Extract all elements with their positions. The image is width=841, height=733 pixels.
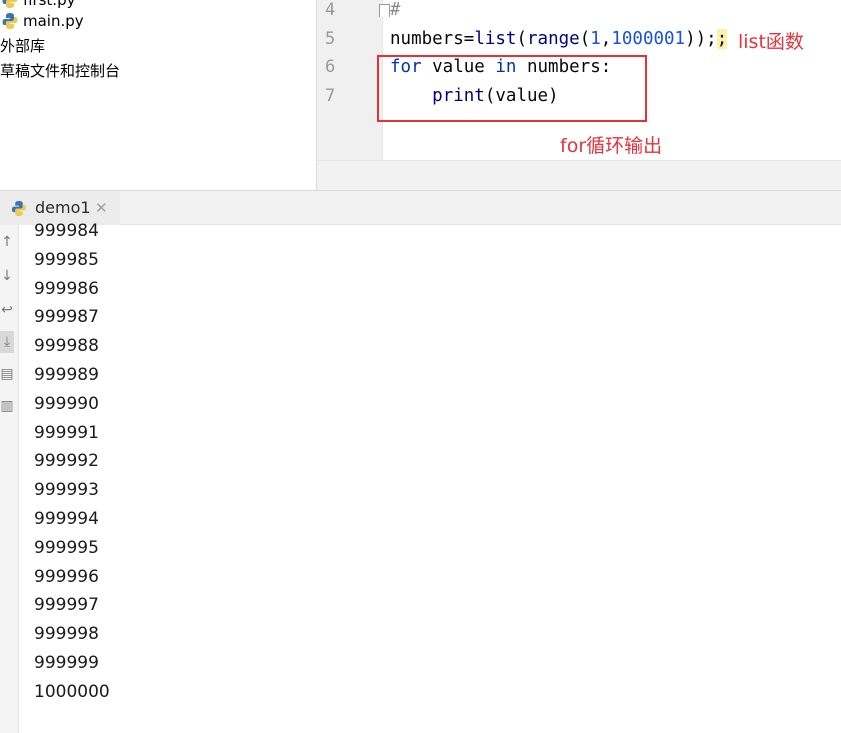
console-line: 999996 — [34, 566, 99, 587]
tree-item-label: 外部库 — [0, 37, 46, 55]
python-file-icon — [2, 13, 18, 29]
code-token: ( — [516, 29, 528, 49]
annotation-highlight-box — [377, 55, 647, 122]
annotation-for-loop: for循环输出 — [560, 135, 663, 157]
console-output[interactable]: 999984 999985 999986 999987 999988 99998… — [34, 217, 110, 707]
console-line: 999986 — [34, 278, 99, 299]
console-toolbar: ↑ ↓ ↩ ⤓ ▤ ▥ — [0, 225, 19, 733]
code-line-5[interactable]: numbers=list(range(1,1000001));; — [390, 29, 728, 49]
arrow-up-icon[interactable]: ↑ — [0, 231, 14, 253]
code-token: range — [527, 29, 580, 49]
console-line: 999989 — [34, 364, 99, 385]
console-line: 999987 — [34, 307, 99, 328]
console-line: 1000000 — [34, 681, 110, 702]
console-line: 999995 — [34, 537, 99, 558]
code-token: )); — [685, 29, 717, 49]
code-token: numbers — [390, 29, 464, 49]
code-token: ( — [579, 29, 591, 49]
line-number: 7 — [325, 86, 336, 106]
project-tree-panel: first.py main.py 外部库 草稿文件和控制台 — [0, 0, 316, 190]
code-line-4[interactable]: # — [390, 0, 401, 20]
console-line: 999984 — [34, 221, 99, 241]
line-number: 4 — [325, 0, 336, 20]
run-tab-bar: demo1 ✕ — [0, 190, 841, 225]
console-line: 999994 — [34, 508, 99, 529]
line-number: 6 — [325, 57, 336, 77]
tree-item-label: main.py — [23, 12, 84, 30]
python-file-icon — [2, 0, 18, 8]
annotation-list-function: list函数 — [738, 31, 804, 53]
comment-text: # — [390, 0, 401, 20]
close-icon[interactable]: ✕ — [95, 199, 108, 217]
code-token: , — [600, 29, 612, 49]
line-number-gutter: 4 5 6 7 — [317, 0, 383, 160]
tree-item-label: 草稿文件和控制台 — [0, 62, 121, 80]
console-line: 999998 — [34, 624, 99, 645]
code-token: = — [463, 29, 475, 49]
code-token: 1000001 — [611, 29, 686, 49]
editor-footer-bar — [317, 160, 841, 190]
print-icon[interactable]: ▤ — [0, 363, 14, 385]
run-tab-label: demo1 — [35, 198, 91, 217]
scroll-to-end-icon[interactable]: ⤓ — [0, 331, 14, 353]
python-file-icon — [11, 200, 27, 217]
console-line: 999988 — [34, 336, 99, 357]
console-line: 999992 — [34, 451, 99, 472]
code-editor[interactable]: 4 5 6 7 # numbers=list(range(1,1000001))… — [316, 0, 841, 190]
line-number: 5 — [325, 29, 336, 49]
arrow-down-icon[interactable]: ↓ — [0, 265, 14, 287]
trash-icon[interactable]: ▥ — [0, 395, 14, 417]
code-token-semicolon: ; — [716, 29, 728, 49]
fold-marker-icon[interactable] — [379, 4, 390, 17]
console-line: 999993 — [34, 480, 99, 501]
code-token: list — [474, 29, 517, 49]
console-line: 999991 — [34, 422, 99, 443]
soft-wrap-icon[interactable]: ↩ — [0, 299, 14, 321]
code-token: 1 — [590, 29, 601, 49]
console-line: 999990 — [34, 393, 99, 414]
console-line: 999999 — [34, 652, 99, 673]
console-line: 999985 — [34, 249, 99, 270]
console-line: 999997 — [34, 595, 99, 616]
